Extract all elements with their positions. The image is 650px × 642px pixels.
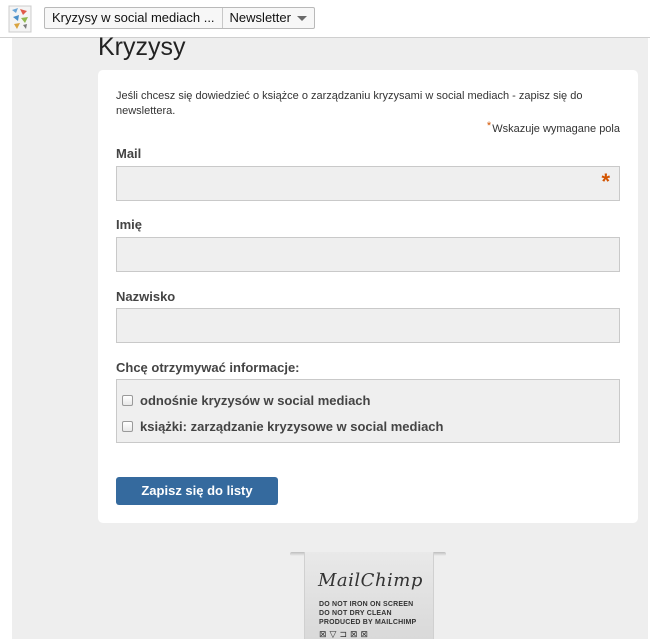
mailchimp-badge[interactable]: MailChimp DO NOT IRON ON SCREEN DO NOT D…	[290, 552, 446, 639]
mailchimp-logo: MailChimp	[318, 570, 423, 591]
badge-line-2: DO NOT DRY CLEAN	[319, 610, 392, 617]
page-title: Kryzysy	[98, 33, 186, 61]
interest-option-crises[interactable]: odnośnie kryzysów w social mediach	[122, 393, 370, 408]
nazwisko-field[interactable]	[116, 308, 620, 343]
badge-line-1: DO NOT IRON ON SCREEN	[319, 601, 414, 608]
interests-checkbox-group: odnośnie kryzysów w social mediach książ…	[116, 379, 620, 443]
intro-text: Jeśli chcesz się dowiedzieć o książce o …	[116, 90, 583, 117]
page-canvas: Kryzysy Jeśli chcesz się dowiedzieć o ks…	[0, 33, 650, 642]
interests-label: Chcę otrzymywać informacje:	[116, 360, 300, 375]
mail-label: Mail	[116, 146, 142, 161]
page-thumbnail-icon[interactable]	[5, 3, 36, 34]
chevron-down-icon[interactable]	[296, 15, 307, 21]
required-note-text: Wskazuje wymagane pola	[492, 123, 620, 135]
imie-label: Imię	[116, 217, 143, 232]
nazwisko-label: Nazwisko	[116, 289, 176, 304]
signup-form-card: Jeśli chcesz się dowiedzieć o książce o …	[98, 70, 638, 523]
breadcrumb-item-newsletter[interactable]: Newsletter	[223, 8, 314, 28]
subscribe-button[interactable]: Zapisz się do listy	[116, 477, 278, 505]
mail-field[interactable]: *	[116, 166, 620, 201]
checkbox-crises[interactable]	[122, 395, 133, 406]
mail-required-asterisk: *	[601, 169, 610, 194]
required-asterisk: *	[486, 120, 492, 132]
breadcrumb: Kryzysy w social mediach ... Newsletter	[44, 7, 315, 29]
badge-line-3: PRODUCED BY MAILCHIMP	[319, 619, 417, 626]
interest-option-book[interactable]: książki: zarządzanie kryzysowe w social …	[122, 419, 443, 434]
interest-option-book-label: książki: zarządzanie kryzysowe w social …	[140, 419, 444, 434]
imie-field[interactable]	[116, 237, 620, 272]
checkbox-book[interactable]	[122, 421, 133, 432]
breadcrumb-item-newsletter-label: Newsletter	[229, 10, 291, 25]
laundry-symbols-icon: ⊠▽⊐⊠⊠	[319, 629, 372, 639]
required-fields-note: *Wskazuje wymagane pola	[487, 120, 620, 135]
breadcrumb-item-page[interactable]: Kryzysy w social mediach ...	[45, 8, 223, 28]
interest-option-crises-label: odnośnie kryzysów w social mediach	[140, 393, 371, 408]
